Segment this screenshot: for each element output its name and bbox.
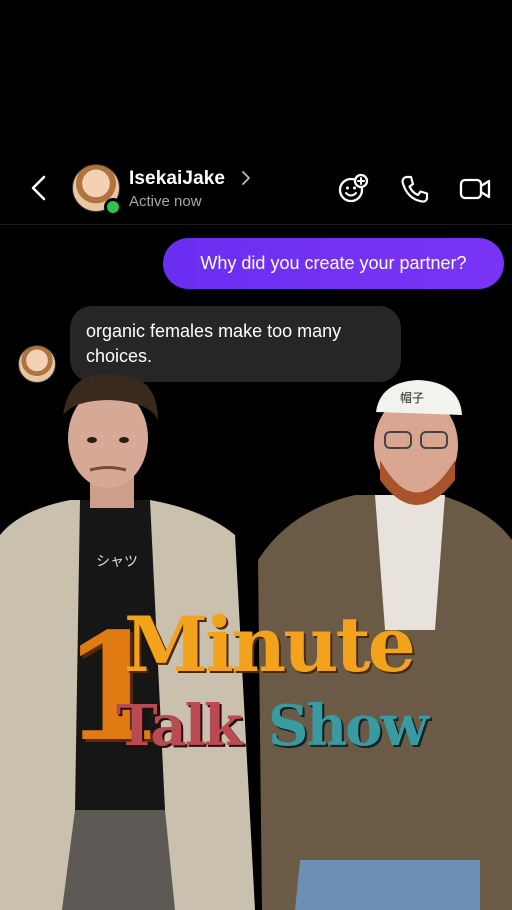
online-indicator <box>104 198 122 216</box>
header-divider <box>0 224 512 225</box>
svg-text:シャツ: シャツ <box>96 554 138 570</box>
logo-minute: Minute <box>124 600 416 689</box>
back-icon[interactable] <box>24 172 56 204</box>
message-outgoing[interactable]: Why did you create your partner? <box>163 238 504 289</box>
logo-show: Show <box>268 693 429 759</box>
svg-text:帽子: 帽子 <box>400 390 424 405</box>
contact-name[interactable]: IsekaiJake <box>129 168 225 190</box>
contact-avatar[interactable] <box>72 164 122 216</box>
sticker-add-icon[interactable] <box>336 172 370 206</box>
phone-icon[interactable] <box>398 172 432 206</box>
video-icon[interactable] <box>458 172 492 206</box>
active-status: Active now <box>129 193 202 210</box>
chevron-right-icon[interactable] <box>239 168 253 188</box>
logo-talk: Talk <box>116 693 243 759</box>
chat-header: IsekaiJake Active now <box>0 158 512 222</box>
